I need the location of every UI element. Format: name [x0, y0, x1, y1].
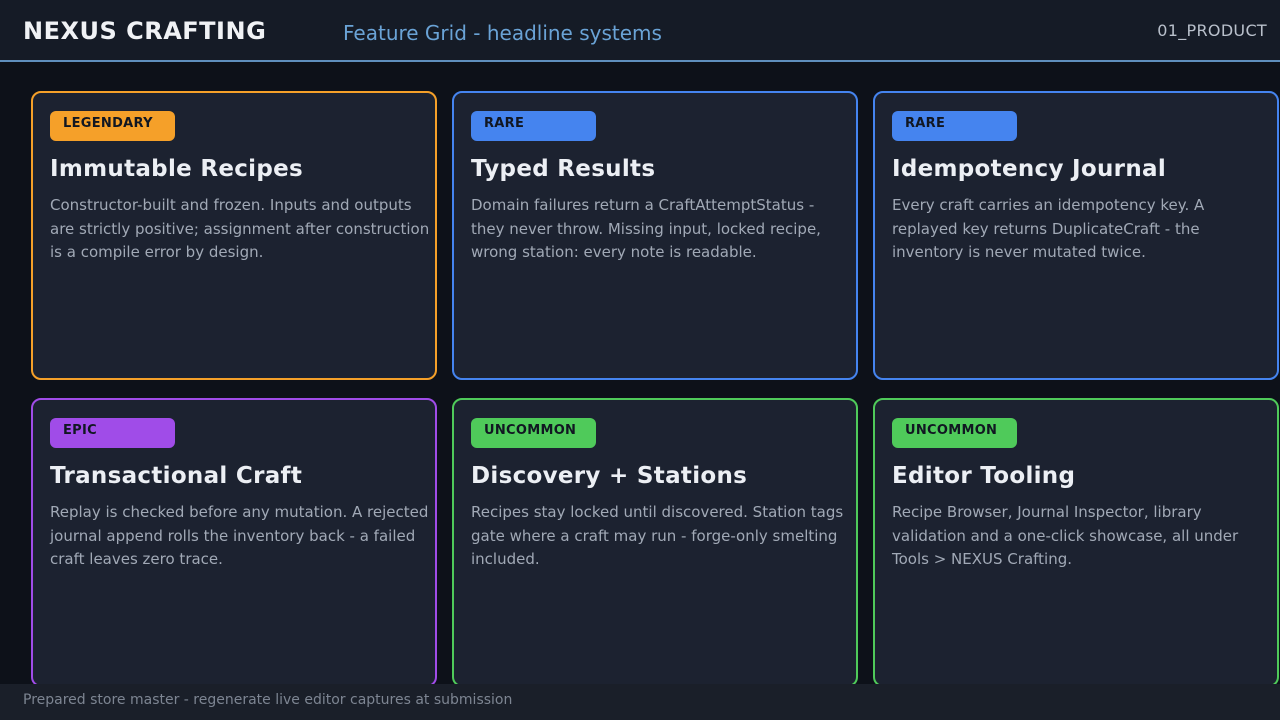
rarity-badge: UNCOMMON [471, 418, 596, 448]
brand-title: NEXUS CRAFTING [23, 17, 267, 45]
page-id-label: 01_PRODUCT [1157, 21, 1267, 40]
card-title: Immutable Recipes [50, 156, 304, 182]
card-title: Editor Tooling [892, 463, 1076, 489]
card-title: Transactional Craft [50, 463, 303, 489]
rarity-badge: RARE [892, 111, 1017, 141]
card-description: Domain failures return a CraftAttemptSta… [471, 196, 821, 261]
rarity-badge: EPIC [50, 418, 175, 448]
card-description: Replay is checked before any mutation. A… [50, 503, 429, 568]
card-description: Constructor-built and frozen. Inputs and… [50, 196, 430, 261]
feature-card-typed-results: RARE Typed Results Domain failures retur… [452, 91, 858, 380]
card-title: Discovery + Stations [471, 463, 748, 489]
card-title: Idempotency Journal [892, 156, 1167, 182]
card-description: Recipes stay locked until discovered. St… [471, 503, 844, 568]
rarity-badge: RARE [471, 111, 596, 141]
card-title: Typed Results [471, 156, 656, 182]
rarity-badge: UNCOMMON [892, 418, 1017, 448]
feature-card-editor-tooling: UNCOMMON Editor Tooling Recipe Browser, … [873, 398, 1279, 687]
feature-card-transactional-craft: EPIC Transactional Craft Replay is check… [31, 398, 437, 687]
card-description: Every craft carries an idempotency key. … [892, 196, 1205, 261]
footer-note: Prepared store master - regenerate live … [23, 692, 513, 708]
feature-card-discovery-stations: UNCOMMON Discovery + Stations Recipes st… [452, 398, 858, 687]
feature-card-immutable-recipes: LEGENDARY Immutable Recipes Constructor-… [31, 91, 437, 380]
header-bar: NEXUS CRAFTING Feature Grid - headline s… [0, 0, 1280, 62]
footer-bar: Prepared store master - regenerate live … [0, 684, 1280, 720]
feature-card-idempotency-journal: RARE Idempotency Journal Every craft car… [873, 91, 1279, 380]
page-subtitle: Feature Grid - headline systems [343, 21, 662, 45]
rarity-badge: LEGENDARY [50, 111, 175, 141]
card-description: Recipe Browser, Journal Inspector, libra… [892, 503, 1239, 568]
